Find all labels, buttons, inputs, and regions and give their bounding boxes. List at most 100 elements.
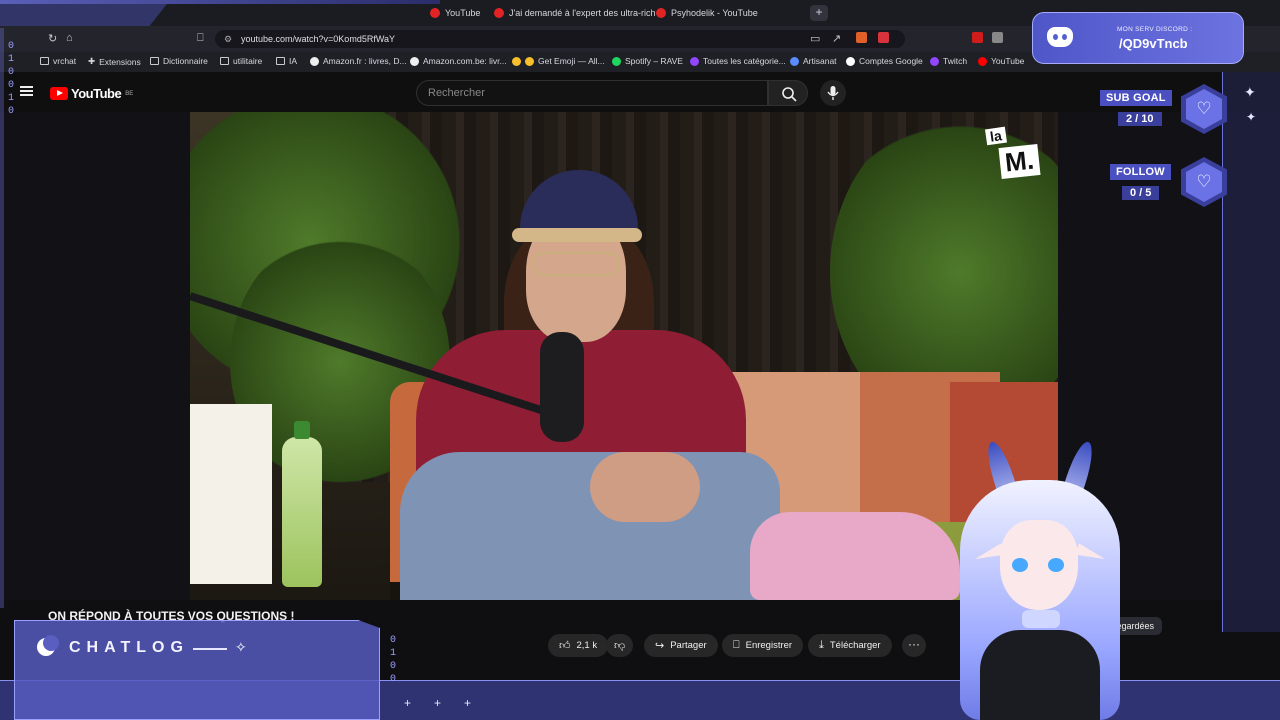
region-code: BE — [125, 90, 134, 97]
youtube-play-icon — [50, 87, 68, 100]
person-cap-brim — [512, 228, 642, 242]
emoji-icon — [525, 56, 534, 66]
bookmark-vrchat[interactable]: vrchat — [40, 56, 76, 66]
spotify-icon — [612, 56, 621, 66]
menu-icon[interactable] — [20, 86, 33, 96]
avatar-eye-left — [1012, 558, 1028, 572]
screenshot-extension-icon[interactable] — [992, 32, 1003, 43]
like-button[interactable]: 👍︎ 2,1 k — [548, 634, 609, 657]
person-jeans — [400, 452, 780, 600]
tab-video-expert[interactable]: J'ai demandé à l'expert des ultra-rich — [494, 4, 656, 22]
heart-icon: ♡ — [1186, 162, 1222, 202]
sparkle-icon: ✦ — [1244, 84, 1256, 100]
discord-label: MON SERV DISCORD : — [1117, 26, 1193, 33]
bookmark-get-emoji[interactable]: Get Emoji — All... — [512, 56, 605, 66]
pdf-extension-icon[interactable] — [972, 32, 983, 43]
tea-bottle — [282, 421, 322, 587]
download-button[interactable]: ⤓ Télécharger — [808, 634, 892, 657]
site-info-icon[interactable]: ⚙ — [224, 30, 232, 48]
cast-icon[interactable]: ▭ — [810, 32, 820, 45]
person-glasses — [532, 252, 620, 276]
bookmark-extensions[interactable]: ✚ Extensions — [88, 56, 141, 67]
share-button[interactable]: ↪ Partager — [644, 634, 718, 657]
youtube-logo[interactable]: YouTube BE — [50, 86, 133, 101]
bookmark-dictionnaire[interactable]: Dictionnaire — [150, 56, 208, 66]
video-player[interactable]: la M. — [190, 112, 1058, 600]
bookmark-ia[interactable]: IA — [276, 56, 297, 66]
dislike-button[interactable]: 👎︎ — [606, 634, 634, 657]
folder-icon — [276, 57, 285, 65]
follow-goal-label: FOLLOW — [1110, 164, 1171, 180]
puzzle-icon: ✚ — [88, 56, 96, 66]
youtube-icon — [978, 56, 987, 66]
voice-search-button[interactable] — [820, 80, 846, 106]
chatlog-panel: CHATLOG ✧ — [14, 620, 380, 720]
new-tab-button[interactable]: + — [810, 5, 828, 21]
share-icon[interactable]: ↗ — [832, 32, 841, 45]
overlay-frame-left — [0, 28, 4, 608]
sparkle-icon: + — [434, 696, 442, 710]
sub-goal-count: 2 / 10 — [1118, 112, 1162, 126]
bookmark-amazon-be[interactable]: Amazon.com.be: livr... — [410, 56, 507, 66]
discord-logo-icon — [1047, 27, 1073, 47]
url-field[interactable]: ⚙ youtube.com/watch?v=0Komd5RfWaY — [215, 30, 905, 48]
thumbs-up-icon: 👍︎ — [559, 640, 571, 652]
divider — [193, 648, 227, 650]
sparkle-icon: + — [464, 696, 472, 710]
overlay-frame-top — [0, 0, 440, 4]
person-hands — [590, 452, 700, 522]
avatar-eye-right — [1048, 558, 1064, 572]
microphone — [540, 332, 584, 442]
brave-shield-icon[interactable] — [856, 32, 867, 43]
sparkle-icon: ✦ — [1246, 110, 1257, 124]
youtube-favicon-icon — [656, 8, 666, 18]
youtube-logo-text: YouTube — [71, 86, 122, 101]
thumbs-down-icon: 👎︎ — [614, 640, 626, 652]
tab-label: J'ai demandé à l'expert des ultra-rich — [509, 8, 656, 18]
bookmark-twitch-categories[interactable]: Toutes les catégorie... — [690, 56, 786, 66]
extension-icon[interactable] — [878, 32, 889, 43]
moon-icon — [37, 635, 59, 656]
binary-decoration-bottom: 0100 — [390, 635, 397, 685]
sparkle-icon: + — [404, 696, 412, 710]
reload-icon[interactable]: ↻ — [48, 32, 57, 45]
person-shoe — [750, 512, 960, 600]
follow-goal-count: 0 / 5 — [1122, 186, 1160, 200]
microphone-icon — [827, 86, 839, 100]
emoji-icon — [512, 56, 521, 66]
bookmark-spotify[interactable]: Spotify – RAVE — [612, 56, 683, 66]
bookmark-utilitaire[interactable]: utilitaire — [220, 56, 262, 66]
share-arrow-icon: ↪ — [655, 640, 665, 652]
search-icon — [782, 87, 797, 102]
tab-psyhodelik[interactable]: Psyhodelik - YouTube — [656, 4, 758, 22]
amazon-icon — [310, 56, 319, 66]
binary-decoration-left: 010010 — [8, 41, 15, 117]
lamp — [190, 404, 272, 584]
bookmark-twitch[interactable]: Twitch — [930, 56, 967, 66]
discord-card: MON SERV DISCORD : /QD9vTncb — [1032, 12, 1244, 64]
search-button[interactable] — [768, 80, 808, 106]
bookmark-youtube[interactable]: YouTube — [978, 56, 1024, 66]
download-icon: ⤓ — [819, 639, 824, 651]
avatar-body — [980, 630, 1100, 720]
youtube-favicon-icon — [494, 8, 504, 18]
folder-icon — [150, 57, 159, 65]
sub-goal-label: SUB GOAL — [1100, 90, 1172, 106]
bookmark-icon[interactable]: ⎕ — [197, 32, 204, 45]
save-button[interactable]: ⎕ Enregistrer — [722, 634, 804, 657]
amazon-icon — [410, 56, 419, 66]
twitch-icon — [690, 56, 699, 66]
chatlog-title: CHATLOG — [69, 639, 189, 656]
bookmark-artisanat[interactable]: Artisanat — [790, 56, 837, 66]
bookmark-amazon-fr[interactable]: Amazon.fr : livres, D... — [310, 56, 407, 66]
follow-goal-badge: ♡ — [1181, 157, 1227, 207]
tab-label: Psyhodelik - YouTube — [671, 8, 758, 18]
google-icon — [846, 56, 855, 66]
bookmark-icon: ⎕ — [733, 639, 740, 651]
more-actions-button[interactable]: ··· — [902, 634, 926, 657]
search-input[interactable]: Rechercher — [416, 80, 768, 106]
home-icon[interactable]: ⌂ — [66, 32, 73, 44]
bookmark-comptes-google[interactable]: Comptes Google — [846, 56, 923, 66]
star-icon: ✧ — [235, 639, 247, 655]
tab-youtube[interactable]: YouTube — [430, 4, 480, 22]
